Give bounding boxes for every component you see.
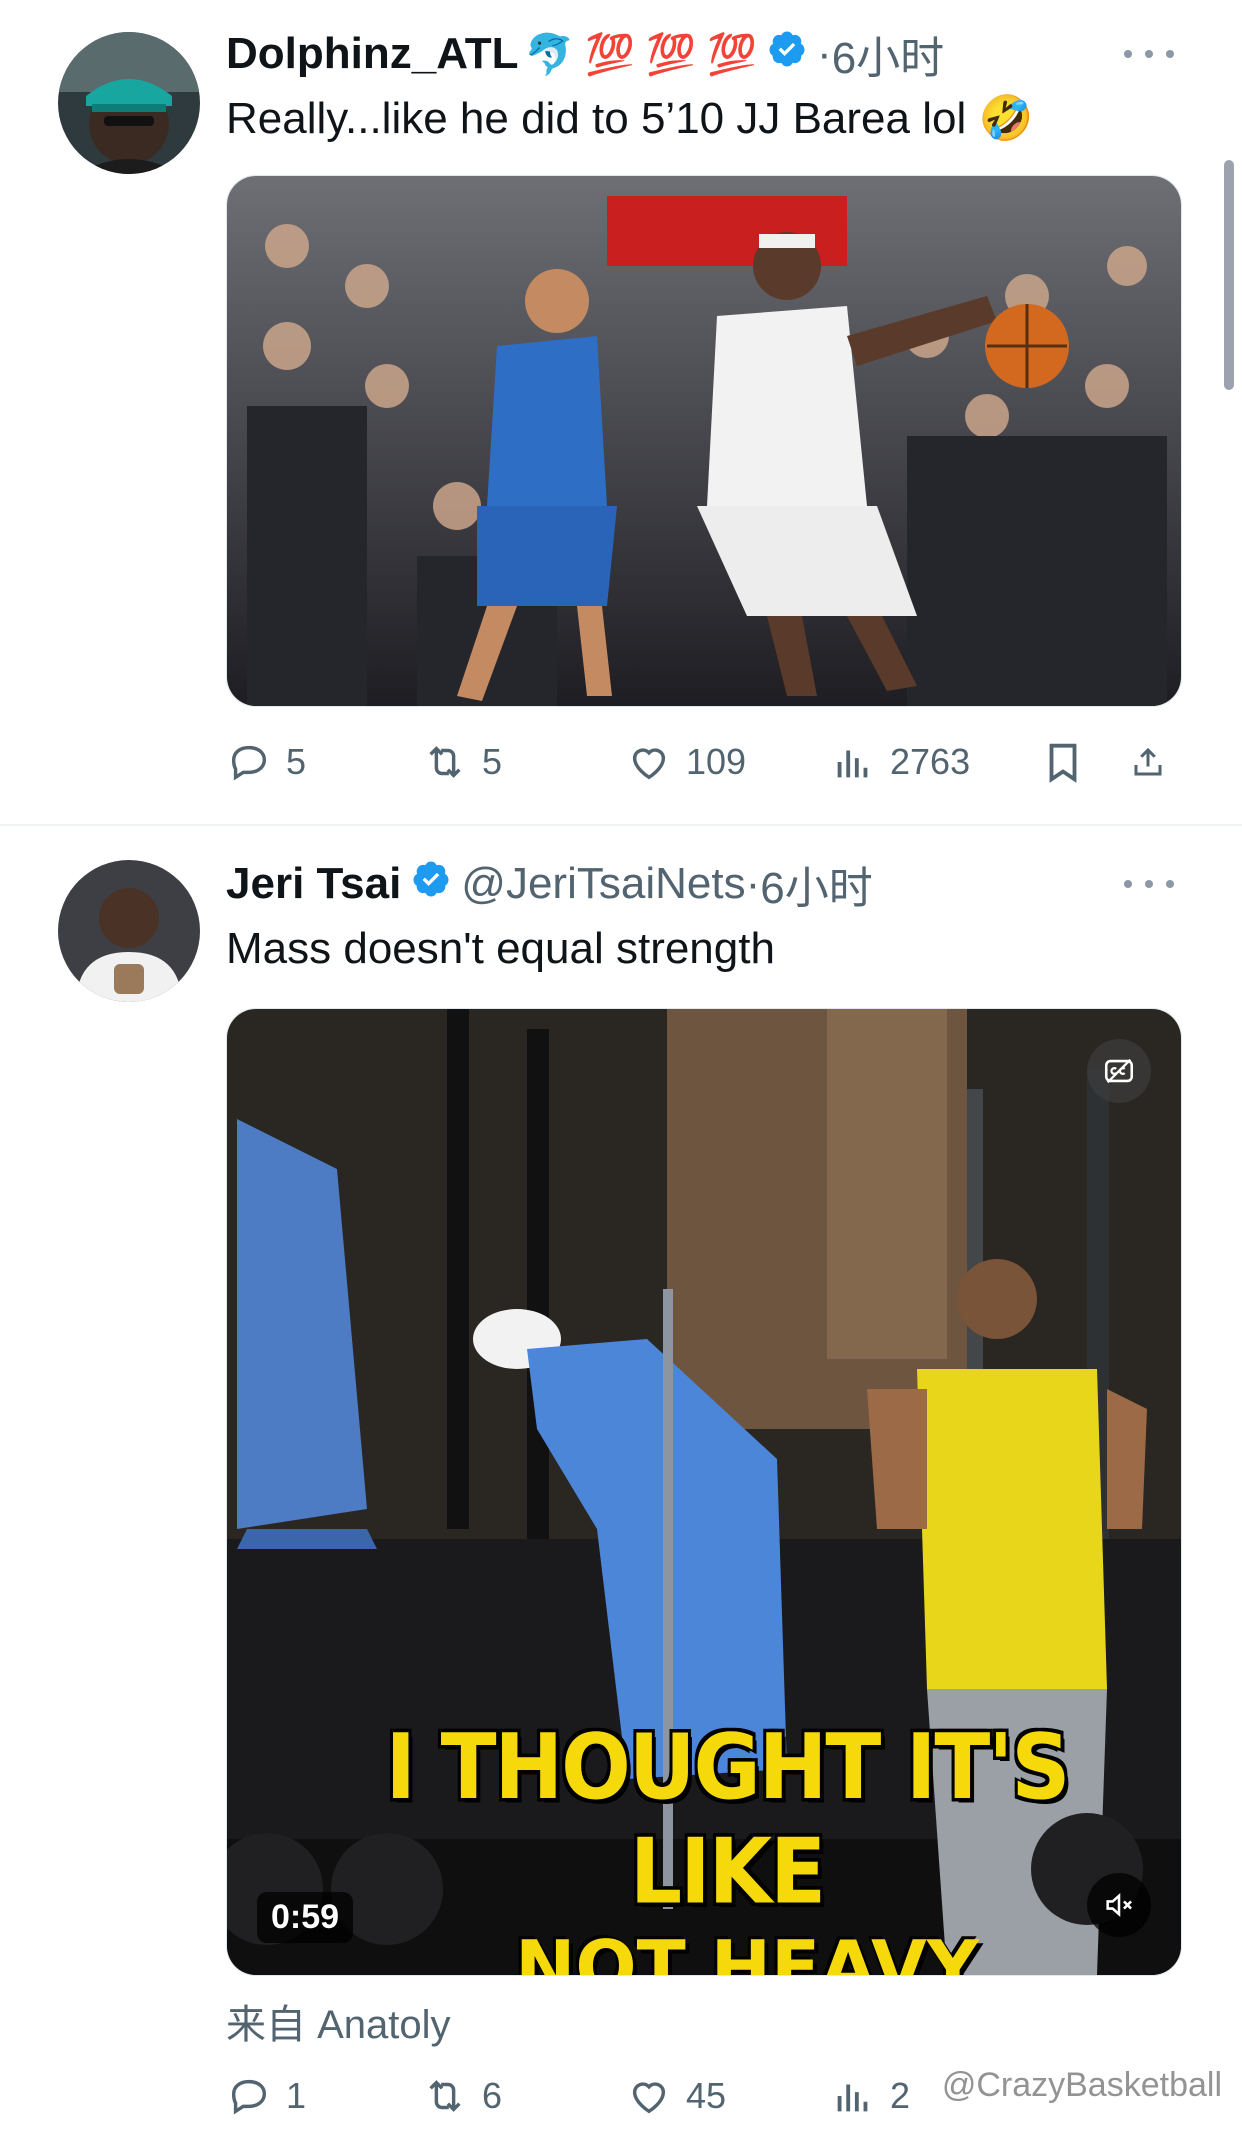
- views-button[interactable]: 2763: [830, 739, 1040, 785]
- author-name[interactable]: Dolphinz_ATL: [226, 29, 518, 79]
- video-source[interactable]: 来自 Anatoly: [226, 1992, 451, 2050]
- repost-button[interactable]: 5: [422, 739, 626, 785]
- tweet-header: Jeri Tsai @JeriTsaiNets · 6小时: [226, 854, 873, 914]
- share-icon: [1134, 747, 1162, 776]
- share-button[interactable]: [1130, 739, 1180, 785]
- author-name[interactable]: Jeri Tsai: [226, 859, 401, 909]
- like-button[interactable]: 109: [626, 739, 830, 785]
- tweet-header: Dolphinz_ATL 🐬 💯 💯 💯 · 6小时: [226, 24, 944, 84]
- view-count: 2: [890, 2075, 911, 2116]
- tweet-video[interactable]: I THOUGHT IT'S LIKE NOT HEAVY 0:59: [226, 1008, 1182, 1976]
- mute-icon[interactable]: [1087, 1873, 1151, 1937]
- views-button[interactable]: 2: [830, 2073, 950, 2119]
- like-button[interactable]: 45: [626, 2073, 830, 2119]
- tweet-text: Really...like he did to 5’10 JJ Barea lo…: [226, 94, 1034, 143]
- separator-dot: ·: [745, 859, 761, 908]
- view-count: 2763: [890, 741, 971, 782]
- more-options-icon[interactable]: [1124, 44, 1174, 64]
- video-caption-line-2: NOT HEAVY: [515, 1925, 979, 1976]
- verified-icon: [411, 859, 451, 910]
- views-icon: [837, 2084, 868, 2112]
- repost-count: 5: [482, 741, 503, 782]
- video-caption-line-1: I THOUGHT IT'S LIKE: [385, 1715, 1071, 1925]
- tweet-text: Mass doesn't equal strength: [226, 924, 775, 973]
- more-options-icon[interactable]: [1124, 874, 1174, 894]
- like-count: 109: [686, 741, 747, 782]
- bookmark-icon: [1049, 743, 1077, 783]
- heart-icon: [632, 2082, 666, 2114]
- tweet-image[interactable]: [226, 175, 1182, 707]
- watermark: @CrazyBasketball: [941, 2066, 1222, 2104]
- reply-count: 1: [286, 2075, 307, 2116]
- scrollbar[interactable]: [1224, 160, 1234, 390]
- tweet-time[interactable]: 6小时: [760, 852, 872, 916]
- verified-icon: [767, 29, 807, 80]
- reply-icon: [231, 745, 267, 781]
- bookmark-button[interactable]: [1040, 739, 1130, 785]
- reply-button[interactable]: 1: [226, 2073, 422, 2119]
- avatar[interactable]: [58, 32, 200, 174]
- video-duration: 0:59: [257, 1892, 354, 1943]
- like-count: 45: [686, 2075, 727, 2116]
- tweet-time[interactable]: 6小时: [832, 22, 944, 86]
- reply-icon: [231, 2079, 267, 2115]
- views-icon: [837, 750, 868, 778]
- author-handle[interactable]: @JeriTsaiNets: [461, 859, 745, 909]
- repost-icon: [429, 746, 461, 778]
- repost-count: 6: [482, 2075, 503, 2116]
- separator-dot: ·: [817, 29, 832, 78]
- repost-icon: [429, 2080, 461, 2112]
- reply-count: 5: [286, 741, 307, 782]
- repost-button[interactable]: 6: [422, 2073, 626, 2119]
- tweet-divider: [0, 824, 1242, 826]
- captions-icon[interactable]: [1087, 1039, 1151, 1103]
- tweet-actions: 5 5 109 2763: [226, 730, 1180, 794]
- heart-icon: [632, 748, 666, 780]
- avatar[interactable]: [58, 860, 200, 1002]
- name-emojis: 🐬 💯 💯 💯: [524, 32, 758, 77]
- reply-button[interactable]: 5: [226, 739, 422, 785]
